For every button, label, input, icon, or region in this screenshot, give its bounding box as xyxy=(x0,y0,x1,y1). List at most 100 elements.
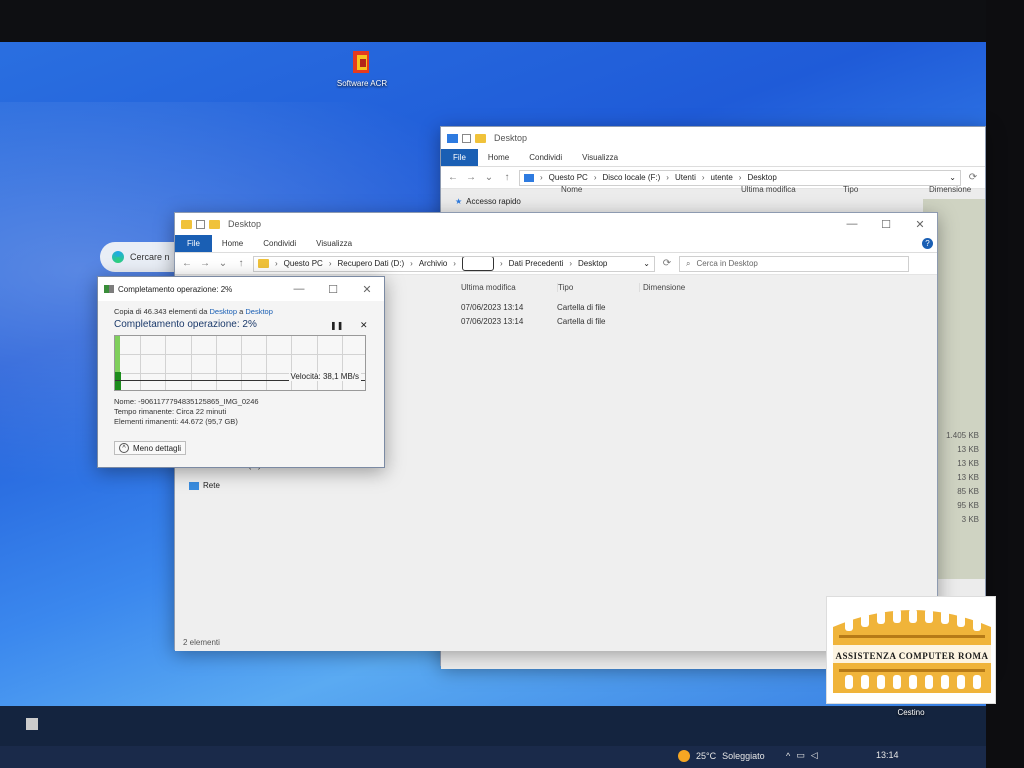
system-tray: ^ ▭ ◁ xyxy=(786,750,818,761)
breadcrumb-item[interactable]: Recupero Dati (D:) xyxy=(337,259,404,268)
breadcrumb-item[interactable]: Desktop xyxy=(747,173,776,182)
search-box[interactable]: ⌕ Cerca in Desktop xyxy=(679,255,909,272)
tab-condividi[interactable]: Condividi xyxy=(519,149,572,166)
column-header-dimensione[interactable]: Dimensione xyxy=(929,185,971,194)
desktop-icon-label: Cestino xyxy=(897,708,925,717)
forward-arrow-icon[interactable]: → xyxy=(465,172,477,183)
properties-icon[interactable] xyxy=(462,133,471,143)
breadcrumb-item[interactable]: Dati Precedenti xyxy=(509,259,564,268)
software-acr-icon xyxy=(351,50,373,76)
maximize-icon[interactable]: ☐ xyxy=(869,218,903,231)
sun-icon xyxy=(678,750,690,762)
refresh-icon[interactable]: ⟳ xyxy=(661,258,673,269)
breadcrumb-item[interactable]: utente xyxy=(711,173,733,182)
column-header-ultima-modifica[interactable]: Ultima modifica xyxy=(461,283,557,292)
forward-arrow-icon[interactable]: → xyxy=(199,258,211,269)
pause-button[interactable]: ❚❚ xyxy=(330,321,343,330)
address-dropdown-icon[interactable]: ⌄ xyxy=(643,259,650,268)
close-icon[interactable]: ✕ xyxy=(350,283,384,296)
file-date: 07/06/2023 13:14 xyxy=(461,303,524,312)
time-remaining: Tempo rimanente: Circa 22 minuti xyxy=(114,407,227,416)
watermark-text: ASSISTENZA COMPUTER ROMA xyxy=(835,651,989,661)
taskbar-strip xyxy=(0,706,986,746)
recent-chevron-icon[interactable]: ⌄ xyxy=(483,172,495,183)
size-cell: 13 KB xyxy=(957,473,979,482)
nav-item-accesso-rapido[interactable]: ★ Accesso rapido xyxy=(455,197,521,206)
speed-label: Velocità: 38,1 MB/s xyxy=(288,372,361,381)
column-header-dimensione[interactable]: Dimensione xyxy=(639,283,685,292)
weather-desc: Soleggiato xyxy=(722,751,765,761)
desktop-icon-cestino[interactable]: Cestino xyxy=(886,708,936,717)
column-header-tipo[interactable]: Tipo xyxy=(557,283,639,292)
file-row[interactable]: 07/06/2023 13:14 Cartella di file xyxy=(461,303,605,312)
tab-home[interactable]: Home xyxy=(212,235,253,252)
chevron-up-icon[interactable]: ^ xyxy=(786,751,790,761)
store-icon[interactable] xyxy=(26,718,38,730)
copy-progress-dialog[interactable]: Completamento operazione: 2% — ☐ ✕ Copia… xyxy=(97,276,385,468)
back-arrow-icon[interactable]: ← xyxy=(181,258,193,269)
transfer-graph: Velocità: 38,1 MB/s xyxy=(114,335,366,391)
tab-visualizza[interactable]: Visualizza xyxy=(306,235,362,252)
refresh-icon[interactable]: ⟳ xyxy=(967,172,979,183)
edge-search-placeholder: Cercare n xyxy=(130,252,170,262)
properties-icon[interactable] xyxy=(196,219,205,229)
tab-condividi[interactable]: Condividi xyxy=(253,235,306,252)
dialog-title: Completamento operazione: 2% xyxy=(118,284,233,294)
source-link[interactable]: Desktop xyxy=(210,307,238,316)
volume-icon[interactable]: ◁ xyxy=(811,750,818,761)
address-bar[interactable]: › Questo PC › Recupero Dati (D:) › Archi… xyxy=(253,255,655,272)
search-icon: ⌕ xyxy=(686,258,691,268)
titlebar: Desktop — ☐ ✕ xyxy=(175,213,937,235)
titlebar: Completamento operazione: 2% — ☐ ✕ xyxy=(98,277,384,301)
column-header-nome[interactable]: Nome xyxy=(561,185,741,194)
size-cell: 13 KB xyxy=(957,445,979,454)
desktop-icon-software-acr[interactable]: Software ACR xyxy=(330,50,394,88)
tab-file[interactable]: File xyxy=(441,149,478,166)
up-arrow-icon[interactable]: ↑ xyxy=(235,258,247,269)
less-details-button[interactable]: ^ Meno dettagli xyxy=(114,441,187,455)
chevron-up-icon: ^ xyxy=(119,443,129,453)
breadcrumb-item[interactable]: Questo PC xyxy=(549,173,588,182)
maximize-icon[interactable]: ☐ xyxy=(316,283,350,296)
recent-chevron-icon[interactable]: ⌄ xyxy=(217,258,229,269)
breadcrumb-item[interactable]: Disco locale (F:) xyxy=(602,173,660,182)
tab-file[interactable]: File xyxy=(175,235,212,252)
desktop-icon-label: Software ACR xyxy=(336,79,388,88)
address-dropdown-icon[interactable]: ⌄ xyxy=(949,173,956,182)
tab-home[interactable]: Home xyxy=(478,149,519,166)
minimize-icon[interactable]: — xyxy=(282,283,316,296)
window-title: Desktop xyxy=(494,133,528,143)
column-header-ultima-modifica[interactable]: Ultima modifica xyxy=(741,185,843,194)
weather-widget[interactable]: 25°C Soleggiato xyxy=(678,750,765,762)
destination-link[interactable]: Desktop xyxy=(245,307,273,316)
breadcrumb-item[interactable]: Archivio xyxy=(419,259,447,268)
tab-visualizza[interactable]: Visualizza xyxy=(572,149,628,166)
close-icon[interactable]: ✕ xyxy=(903,218,937,231)
speed-bar xyxy=(115,372,121,390)
nav-item-rete[interactable]: Rete xyxy=(189,481,220,490)
clock[interactable]: 13:14 xyxy=(876,750,899,760)
cancel-button[interactable]: ✕ xyxy=(360,320,368,331)
items-remaining: Elementi rimanenti: 44.672 (95,7 GB) xyxy=(114,417,238,426)
network-icon xyxy=(189,481,199,490)
breadcrumb-item[interactable]: Utenti xyxy=(675,173,696,182)
ribbon: File Home Condividi Visualizza xyxy=(441,149,985,167)
up-arrow-icon[interactable]: ↑ xyxy=(501,172,513,183)
search-placeholder: Cerca in Desktop xyxy=(696,259,758,268)
column-header-tipo[interactable]: Tipo xyxy=(843,185,929,194)
ribbon: File Home Condividi Visualizza ? xyxy=(175,235,937,253)
folder-icon[interactable] xyxy=(475,133,486,143)
monitor-bezel-top xyxy=(0,0,1024,42)
back-arrow-icon[interactable]: ← xyxy=(447,172,459,183)
column-header-row: Nome Ultima modifica Tipo Dimensione xyxy=(561,185,987,194)
watermark-logo: ASSISTENZA COMPUTER ROMA xyxy=(826,596,996,704)
help-icon[interactable]: ? xyxy=(922,238,933,249)
breadcrumb-item[interactable]: Questo PC xyxy=(284,259,323,268)
minimize-icon[interactable]: — xyxy=(835,218,869,231)
new-folder-icon[interactable] xyxy=(209,219,220,229)
taskbar: 25°C Soleggiato ^ ▭ ◁ 13:14 xyxy=(0,706,986,768)
breadcrumb-item[interactable]: Desktop xyxy=(578,259,607,268)
file-row[interactable]: 07/06/2023 13:14 Cartella di file xyxy=(461,317,605,326)
network-icon[interactable]: ▭ xyxy=(796,750,805,761)
address-bar[interactable]: › Questo PC › Disco locale (F:) › Utenti… xyxy=(519,169,961,186)
